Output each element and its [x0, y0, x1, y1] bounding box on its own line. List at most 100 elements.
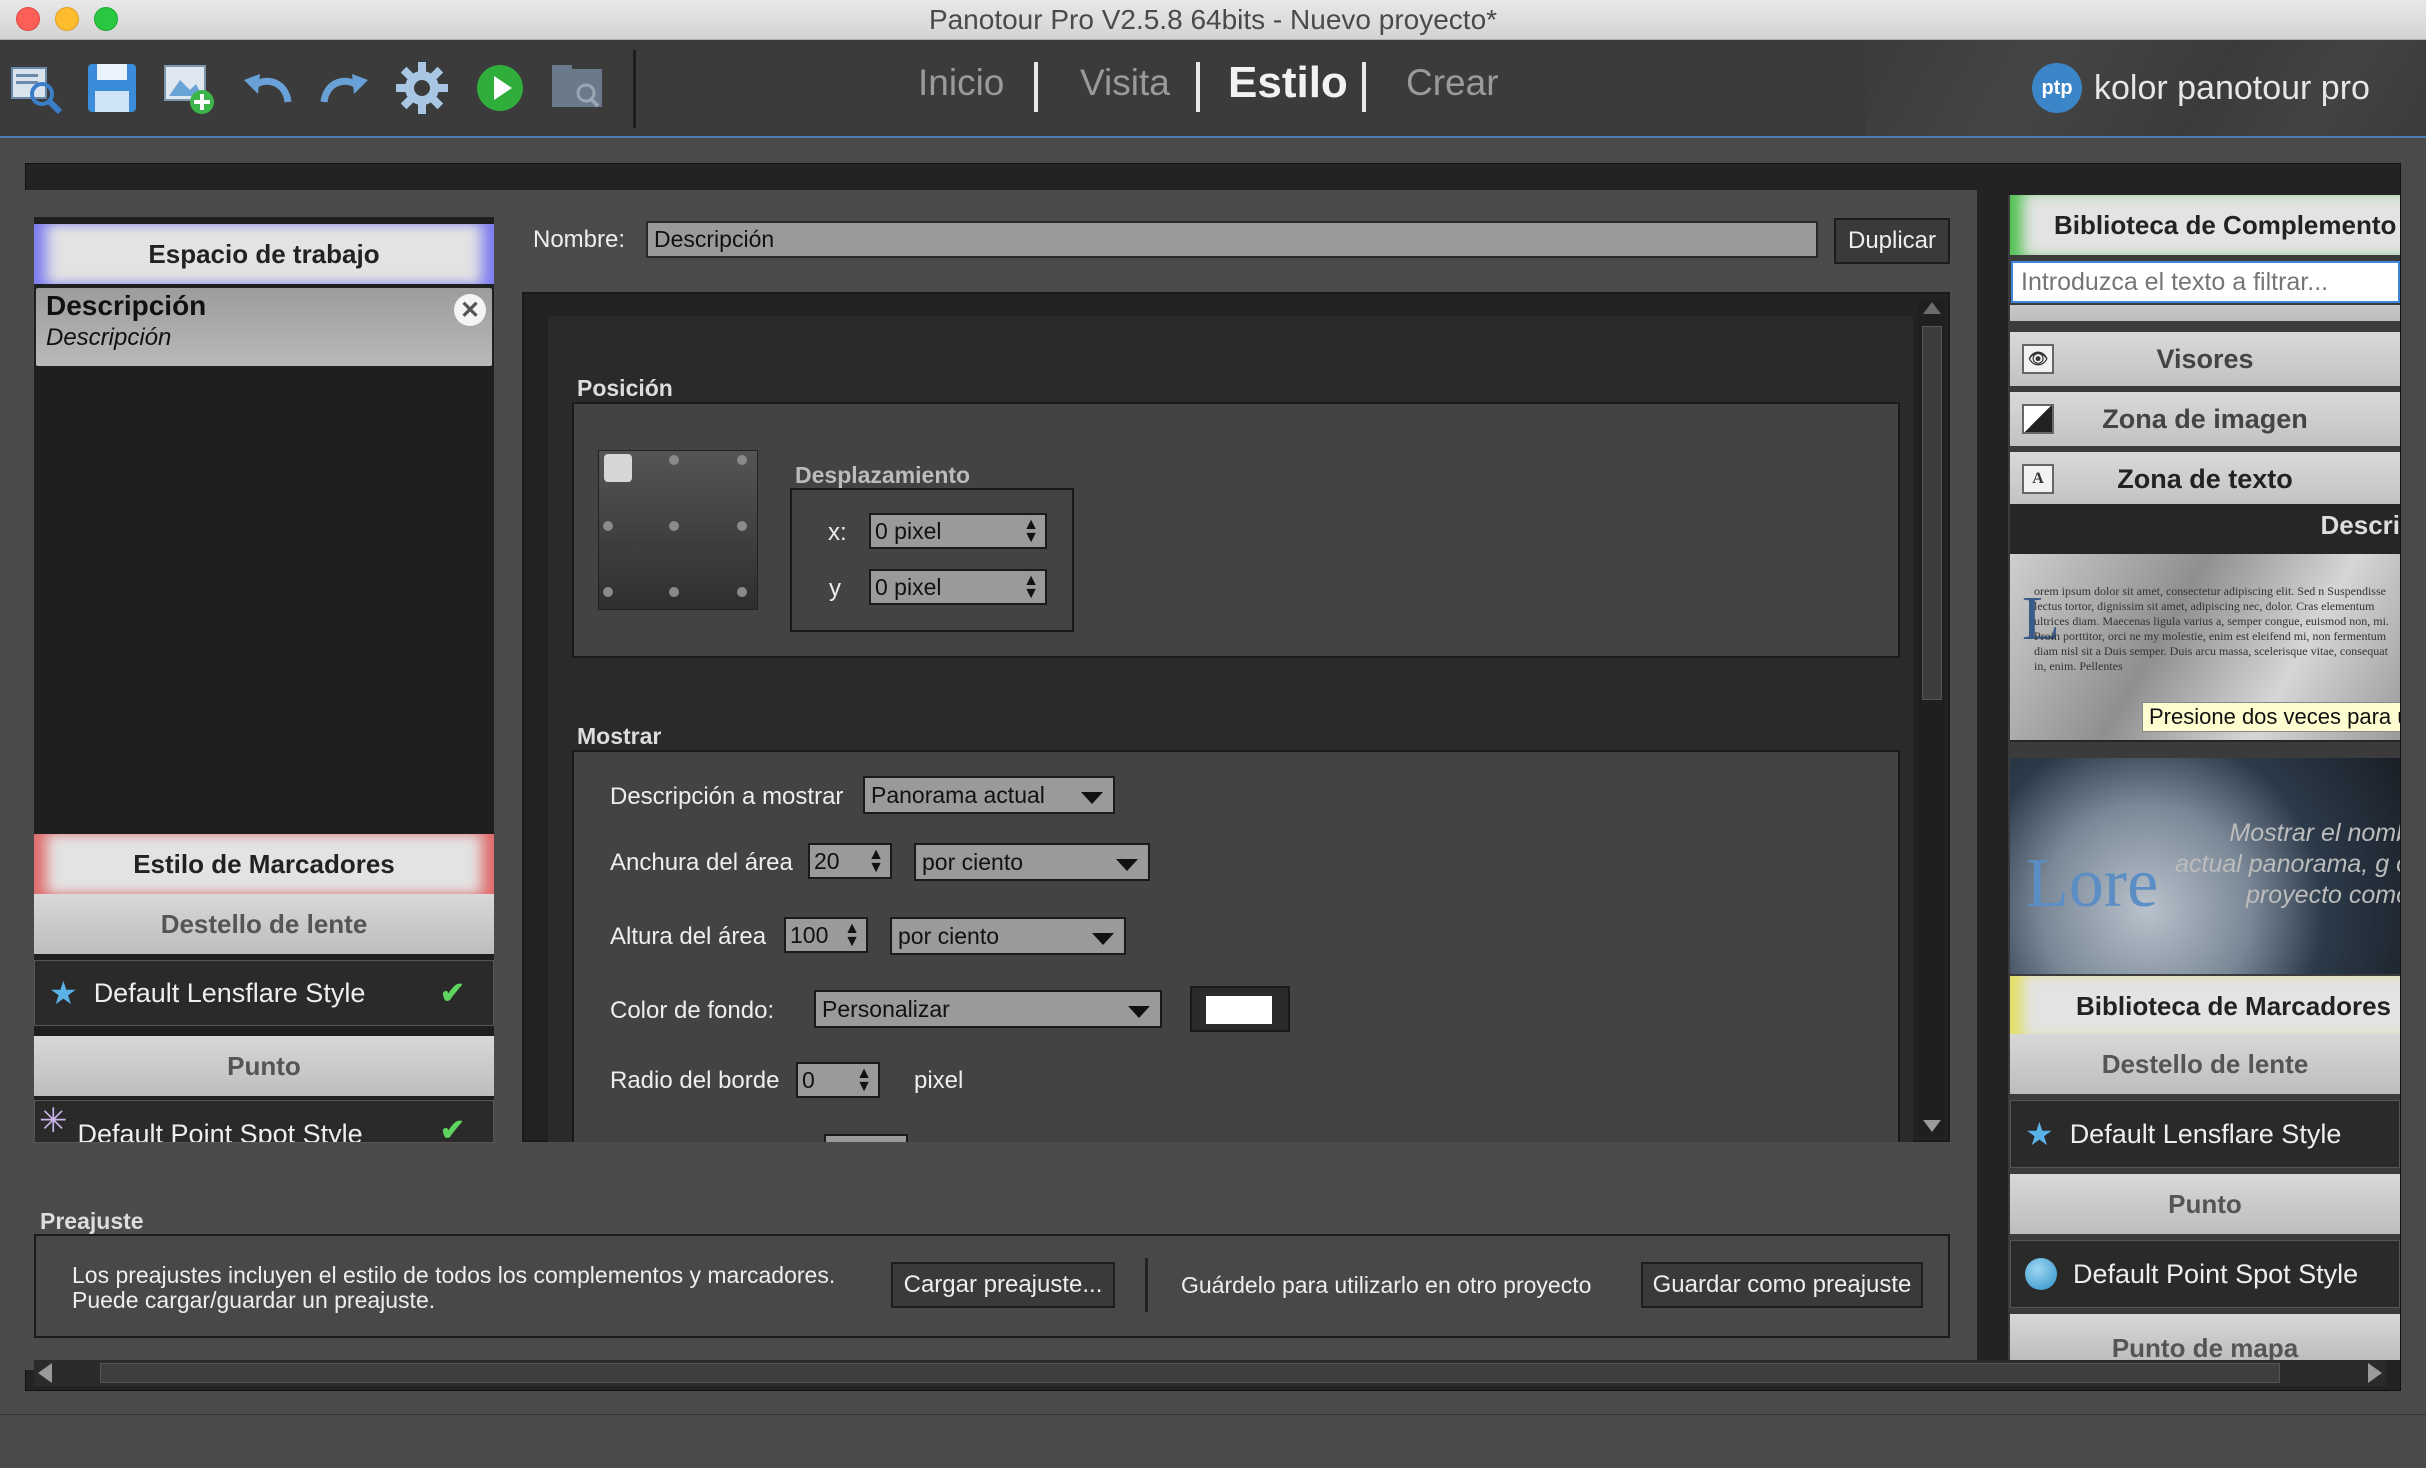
plugin-item-viewers[interactable]: 👁 Visores [2010, 332, 2400, 386]
preset-info-line2: Puede cargar/guardar un preajuste. [72, 1287, 436, 1313]
plugin-item-image-zone[interactable]: Zona de imagen [2010, 392, 2400, 446]
list-item-partial [2010, 305, 2400, 321]
preview-big-text: Lore [2026, 845, 2159, 922]
save-icon[interactable] [82, 58, 142, 118]
name-input[interactable] [646, 221, 1818, 258]
spinner-arrows-icon[interactable]: ▲ ▼ [1023, 573, 1039, 602]
tab-separator [1362, 62, 1366, 112]
point-spot-icon [2025, 1258, 2057, 1290]
offset-x-value: 0 pixel [875, 517, 942, 544]
preset-info-line1: Los preajustes incluyen el estilo de tod… [72, 1262, 836, 1288]
show-section-title: Mostrar [577, 723, 662, 749]
map-point-label: Punto de mapa [2111, 1333, 2299, 1360]
save-as-preset-button[interactable]: Guardar como preajuste [1641, 1262, 1923, 1308]
point-category[interactable]: Punto [34, 1036, 494, 1096]
lensflare-style-item[interactable]: ★ Default Lensflare Style ✔ [34, 960, 494, 1026]
offset-y-spinner[interactable]: 0 pixel ▲ ▼ [869, 569, 1047, 605]
workspace-item-subtitle: Descripción [46, 324, 172, 351]
vertical-scrollbar[interactable] [1918, 300, 1946, 1136]
color-swatch-button[interactable] [1190, 986, 1290, 1032]
area-width-value: 20 [814, 847, 840, 874]
settings-gear-icon[interactable] [392, 58, 452, 118]
right-point-style-item[interactable]: Default Point Spot Style [2010, 1240, 2400, 1308]
area-width-unit-select[interactable]: por ciento [914, 843, 1150, 881]
right-lensflare-category[interactable]: Destello de lente [2010, 1034, 2400, 1094]
description-to-show-label: Descripción a mostrar [610, 783, 844, 810]
text-zone-preview[interactable]: Descri L orem ipsum dolor sit amet, cons… [2010, 504, 2400, 742]
area-height-value: 100 [790, 921, 829, 948]
marker-style-header: Estilo de Marcadores [34, 834, 494, 894]
scroll-down-arrow-icon[interactable] [1923, 1120, 1941, 1132]
check-icon: ✔ [439, 976, 465, 1010]
load-preset-button[interactable]: Cargar preajuste... [891, 1262, 1115, 1308]
point-spot-icon: ✳ [39, 1102, 68, 1140]
tab-estilo[interactable]: Estilo [1228, 58, 1348, 108]
border-radius-spinner[interactable]: 0 ▲ ▼ [796, 1062, 880, 1098]
description-to-show-select[interactable]: Panorama actual [863, 776, 1115, 814]
panorama-name-preview[interactable]: Lore Mostrar el nomb actual panorama, g … [2010, 758, 2400, 974]
add-panorama-icon[interactable] [160, 58, 220, 118]
map-point-category[interactable]: Punto de mapa [2010, 1314, 2400, 1360]
right-point-category[interactable]: Punto [2010, 1174, 2400, 1234]
brand-text: kolor panotour pro [2094, 68, 2370, 107]
play-icon[interactable] [470, 58, 530, 118]
window-titlebar: Panotour Pro V2.5.8 64bits - Nuevo proye… [0, 0, 2426, 40]
tab-crear[interactable]: Crear [1406, 62, 1499, 104]
scroll-up-arrow-icon[interactable] [1923, 302, 1941, 314]
horizontal-scroll-thumb[interactable] [100, 1363, 2280, 1383]
area-height-spinner[interactable]: 100 ▲ ▼ [784, 917, 868, 953]
status-bar [0, 1414, 2426, 1468]
color-swatch [1206, 996, 1272, 1024]
preset-title: Preajuste [40, 1208, 144, 1234]
spinner-arrows-icon[interactable]: ▲ ▼ [1023, 517, 1039, 546]
redo-icon[interactable] [314, 58, 374, 118]
position-section-title: Posición [577, 375, 673, 401]
scroll-right-arrow-icon[interactable] [2368, 1363, 2382, 1383]
offset-title: Desplazamiento [795, 462, 971, 488]
name-label: Nombre: [533, 226, 626, 253]
offset-y-label: y [829, 575, 841, 602]
plugin-item-text-zone[interactable]: A Zona de texto [2010, 452, 2400, 506]
chevron-down-icon [1116, 859, 1138, 871]
right-lensflare-style-item[interactable]: ★ Default Lensflare Style [2010, 1100, 2400, 1168]
scroll-left-arrow-icon[interactable] [38, 1363, 52, 1383]
undo-icon[interactable] [238, 58, 298, 118]
open-project-icon[interactable] [6, 58, 66, 118]
tab-inicio[interactable]: Inicio [918, 62, 1004, 104]
horizontal-scrollbar[interactable] [34, 1360, 2386, 1386]
plugin-library-header: Biblioteca de Complemento [2010, 195, 2400, 255]
workspace-item-title: Descripción [46, 290, 207, 321]
spinner-arrows-icon[interactable]: ▲ ▼ [868, 847, 884, 876]
border-radius-value: 0 [802, 1066, 815, 1093]
border-radius-unit: pixel [914, 1067, 964, 1094]
anchor-selected-marker[interactable] [604, 454, 632, 482]
lensflare-category[interactable]: Destello de lente [34, 894, 494, 954]
area-height-unit-value: por ciento [898, 922, 1000, 949]
preview-title: Descri [2320, 510, 2401, 540]
right-lensflare-style-label: Default Lensflare Style [2069, 1118, 2342, 1149]
spinner-arrows-icon[interactable]: ▲ ▼ [856, 1066, 872, 1095]
spinner-arrows-icon[interactable]: ▲ ▼ [844, 921, 860, 950]
offset-x-spinner[interactable]: 0 pixel ▲ ▼ [869, 513, 1047, 549]
position-section [572, 402, 1900, 658]
area-height-unit-select[interactable]: por ciento [890, 917, 1126, 955]
plugin-item-label: Zona de imagen [2102, 403, 2308, 434]
area-height-label: Altura del área [610, 923, 767, 950]
library-filter-input[interactable] [2011, 261, 2400, 303]
eye-icon: 👁 [2022, 344, 2054, 374]
tab-visita[interactable]: Visita [1080, 62, 1170, 104]
duplicate-button[interactable]: Duplicar [1834, 218, 1950, 264]
point-style-item[interactable]: ✳ Default Point Spot Style ✔ [34, 1100, 494, 1143]
workspace-item[interactable]: Descripción Descripción ✕ [36, 288, 492, 366]
scroll-thumb[interactable] [1922, 326, 1942, 700]
plugin-item-label: Visores [2156, 343, 2254, 374]
point-style-label: Default Point Spot Style [77, 1119, 363, 1143]
background-color-label: Color de fondo: [610, 997, 775, 1024]
area-width-spinner[interactable]: 20 ▲ ▼ [808, 843, 892, 879]
background-color-select[interactable]: Personalizar [814, 990, 1162, 1028]
preview-folder-icon[interactable] [548, 58, 608, 118]
remove-item-close-icon[interactable]: ✕ [454, 294, 486, 326]
save-preset-hint: Guárdelo para utilizarlo en otro proyect… [1181, 1272, 1592, 1298]
offset-y-value: 0 pixel [875, 573, 942, 600]
image-zone-icon [2022, 404, 2054, 434]
